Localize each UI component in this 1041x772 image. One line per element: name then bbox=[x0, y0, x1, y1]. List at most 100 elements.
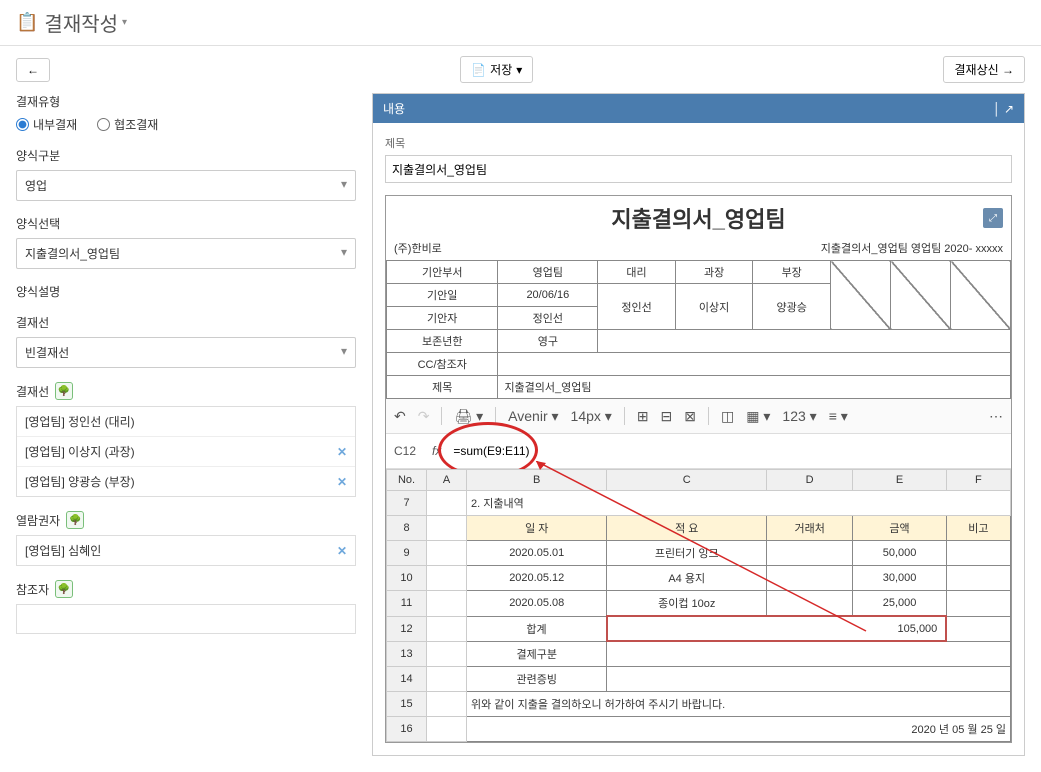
refs-label: 참조자 bbox=[16, 581, 49, 598]
form-category-select[interactable]: 영업 bbox=[16, 170, 356, 201]
approvers-list: [영업팀] 정인선 (대리) [영업팀] 이상지 (과장)✕ [영업팀] 양광승… bbox=[16, 406, 356, 497]
remove-icon[interactable]: ✕ bbox=[337, 544, 347, 558]
insert-col-icon[interactable]: ⊟ bbox=[661, 408, 673, 425]
delete-icon[interactable]: ⊠ bbox=[684, 408, 696, 425]
main-toolbar: ← 📄 저장 ▾ 결재상신 → bbox=[0, 46, 1041, 93]
viewer-item[interactable]: [영업팀] 심혜인✕ bbox=[17, 536, 355, 565]
doc-title: 지출결의서_영업팀 bbox=[611, 202, 785, 234]
submit-button[interactable]: 결재상신 → bbox=[943, 56, 1025, 83]
row-header[interactable]: 7 bbox=[387, 491, 427, 516]
content-panel: 내용 │ ↗ 제목 지출결의서_영업팀 ⤢ (주)한비로 지출결의서_영업팀 영… bbox=[372, 93, 1025, 756]
cell[interactable]: 결제구분 bbox=[467, 641, 607, 666]
org-tree-icon[interactable]: 🌳 bbox=[55, 580, 73, 598]
row-header[interactable]: 14 bbox=[387, 666, 427, 691]
formula-bar: C12 fx bbox=[386, 434, 1011, 469]
cell[interactable]: 2020 년 05 월 25 일 bbox=[467, 716, 1011, 741]
print-icon[interactable]: 🖨 ▾ bbox=[454, 408, 483, 425]
font-select[interactable]: Avenir ▾ bbox=[508, 408, 558, 425]
cell[interactable]: A4 용지 bbox=[607, 566, 767, 591]
cell[interactable]: 관련증빙 bbox=[467, 666, 607, 691]
content-panel-header: 내용 │ ↗ bbox=[373, 94, 1024, 123]
expand-icon[interactable]: ⤢ bbox=[983, 208, 1003, 228]
cell[interactable] bbox=[767, 541, 853, 566]
cell[interactable]: 위와 같이 지출을 결의하오니 허가하여 주시기 바랍니다. bbox=[467, 691, 1011, 716]
cell[interactable] bbox=[946, 566, 1010, 591]
approver-item[interactable]: [영업팀] 이상지 (과장)✕ bbox=[17, 437, 355, 467]
row-header[interactable]: 10 bbox=[387, 566, 427, 591]
cell[interactable]: 합계 bbox=[467, 616, 607, 641]
approval-line-label: 결재선 bbox=[16, 314, 356, 331]
page-title: 결재작성 bbox=[44, 8, 118, 37]
more-icon[interactable]: ⋯ bbox=[989, 408, 1003, 425]
form-category-label: 양식구분 bbox=[16, 147, 356, 164]
viewers-label: 열람권자 bbox=[16, 512, 60, 529]
size-select[interactable]: 14px ▾ bbox=[571, 408, 612, 425]
cell-reference: C12 bbox=[394, 444, 424, 458]
redo-icon[interactable]: ↷ bbox=[418, 408, 430, 425]
table-icon[interactable]: ▦ ▾ bbox=[746, 408, 770, 425]
form-select[interactable]: 지출결의서_영업팀 bbox=[16, 238, 356, 269]
cell[interactable] bbox=[767, 566, 853, 591]
row-header[interactable]: 9 bbox=[387, 541, 427, 566]
col-header[interactable]: C bbox=[607, 470, 767, 491]
doc-number: 지출결의서_영업팀 영업팀 2020- xxxxx bbox=[821, 240, 1003, 256]
cell[interactable]: 프린터기 잉크 bbox=[607, 541, 767, 566]
total-cell[interactable]: 105,000 bbox=[607, 616, 946, 641]
col-header[interactable]: B bbox=[467, 470, 607, 491]
form-desc-label: 양식설명 bbox=[16, 283, 356, 300]
document-frame: 지출결의서_영업팀 ⤢ (주)한비로 지출결의서_영업팀 영업팀 2020- x… bbox=[385, 195, 1012, 743]
row-header[interactable]: 12 bbox=[387, 616, 427, 641]
approval-line-select[interactable]: 빈결재선 bbox=[16, 337, 356, 368]
org-tree-icon[interactable]: 🌳 bbox=[66, 511, 84, 529]
radio-internal[interactable]: 내부결재 bbox=[16, 116, 77, 133]
approver-item[interactable]: [영업팀] 정인선 (대리) bbox=[17, 407, 355, 437]
caret-down-icon[interactable]: ▾ bbox=[122, 17, 127, 28]
col-header[interactable]: F bbox=[946, 470, 1010, 491]
cell[interactable] bbox=[946, 591, 1010, 617]
insert-row-icon[interactable]: ⊞ bbox=[637, 408, 649, 425]
spreadsheet-grid[interactable]: No. A B C D E F 72. 지출내역 8 일 자 적 요 bbox=[386, 469, 1011, 742]
remove-icon[interactable]: ✕ bbox=[337, 475, 347, 489]
cell[interactable]: 30,000 bbox=[853, 566, 947, 591]
approval-type-label: 결재유형 bbox=[16, 93, 356, 110]
viewers-list: [영업팀] 심혜인✕ bbox=[16, 535, 356, 566]
spreadsheet-toolbar: ↶ ↷ 🖨 ▾ Avenir ▾ 14px ▾ ⊞ ⊟ ⊠ ◫ ▦ ▾ 123 … bbox=[386, 399, 1011, 434]
approver-item[interactable]: [영업팀] 양광승 (부장)✕ bbox=[17, 467, 355, 496]
back-button[interactable]: ← bbox=[16, 58, 50, 82]
org-tree-icon[interactable]: 🌳 bbox=[55, 382, 73, 400]
row-header[interactable]: 8 bbox=[387, 516, 427, 541]
save-button[interactable]: 📄 저장 ▾ bbox=[460, 56, 533, 83]
row-header[interactable]: 13 bbox=[387, 641, 427, 666]
page-header: 📋 결재작성 ▾ bbox=[0, 0, 1041, 46]
undo-icon[interactable]: ↶ bbox=[394, 408, 406, 425]
collapse-icon[interactable]: │ ↗ bbox=[993, 102, 1014, 116]
form-select-label: 양식선택 bbox=[16, 215, 356, 232]
format-icon[interactable]: 123 ▾ bbox=[782, 408, 816, 425]
radio-coop[interactable]: 협조결재 bbox=[97, 116, 158, 133]
cell[interactable]: 2020.05.08 bbox=[467, 591, 607, 617]
sidebar: 결재유형 내부결재 협조결재 양식구분 영업 양식선택 지출결의서_영업팀 양식… bbox=[16, 93, 356, 756]
cell[interactable] bbox=[946, 616, 1010, 641]
col-header[interactable]: No. bbox=[387, 470, 427, 491]
cell[interactable]: 2020.05.01 bbox=[467, 541, 607, 566]
cell[interactable]: 종이컵 10oz bbox=[607, 591, 767, 617]
merge-icon[interactable]: ◫ bbox=[721, 408, 734, 425]
row-header[interactable]: 11 bbox=[387, 591, 427, 617]
title-field-label: 제목 bbox=[385, 135, 1012, 151]
cell[interactable]: 25,000 bbox=[853, 591, 947, 617]
row-header[interactable]: 16 bbox=[387, 716, 427, 741]
cell[interactable] bbox=[946, 541, 1010, 566]
doc-info-table: 기안부서 영업팀 대리 과장 부장 정인선 이상지 양광승 기안일2 bbox=[386, 260, 1011, 399]
col-header[interactable]: D bbox=[767, 470, 853, 491]
align-icon[interactable]: ≡ ▾ bbox=[829, 408, 848, 425]
cell[interactable] bbox=[767, 591, 853, 617]
col-header[interactable]: E bbox=[853, 470, 947, 491]
cell[interactable]: 2020.05.12 bbox=[467, 566, 607, 591]
row-header[interactable]: 15 bbox=[387, 691, 427, 716]
cell[interactable]: 50,000 bbox=[853, 541, 947, 566]
title-input[interactable] bbox=[385, 155, 1012, 183]
formula-input[interactable] bbox=[449, 440, 1003, 462]
remove-icon[interactable]: ✕ bbox=[337, 445, 347, 459]
approvers-label: 결재선 bbox=[16, 383, 49, 400]
col-header[interactable]: A bbox=[427, 470, 467, 491]
